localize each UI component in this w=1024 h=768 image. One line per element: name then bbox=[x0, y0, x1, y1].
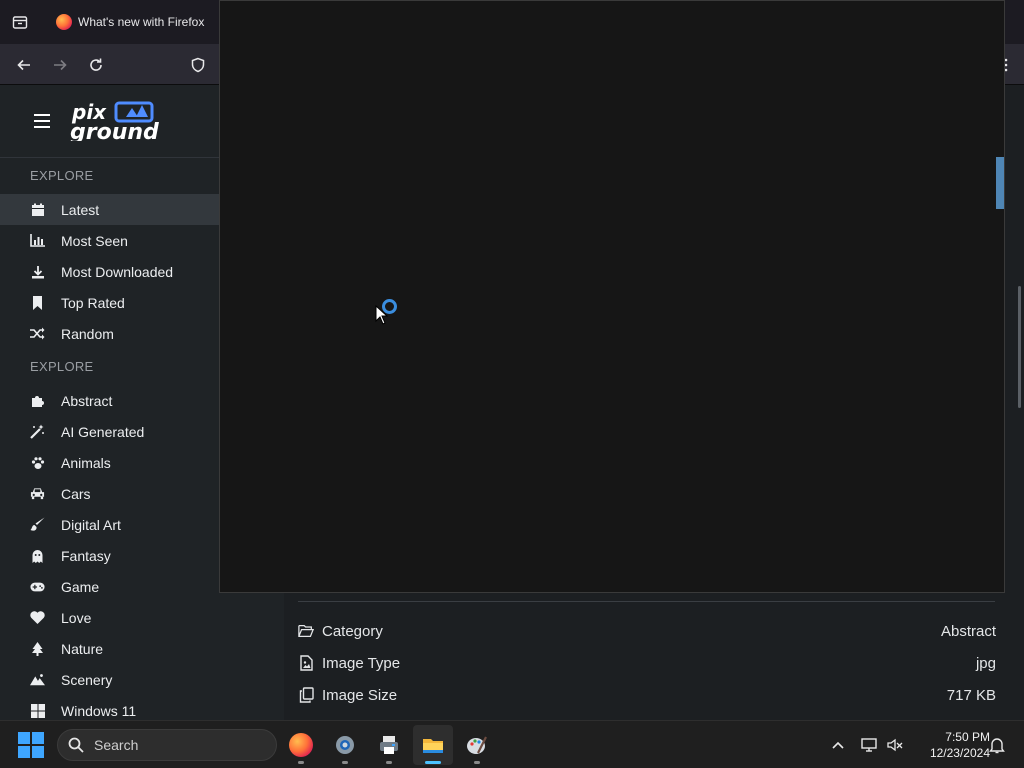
window-scrollbar[interactable] bbox=[996, 157, 1004, 209]
sidebar-item-nature[interactable]: Nature bbox=[0, 633, 284, 664]
firefox-icon bbox=[56, 14, 72, 30]
search-icon bbox=[68, 737, 84, 753]
taskbar-firefox[interactable] bbox=[281, 725, 321, 765]
taskbar-search-input[interactable]: Search bbox=[57, 729, 277, 761]
detail-label: Image Size bbox=[322, 686, 398, 704]
page-scrollbar[interactable] bbox=[1018, 286, 1021, 408]
sidebar-item-label: Game bbox=[61, 578, 100, 595]
detail-label: Image Type bbox=[322, 654, 401, 672]
notification-bell-icon[interactable] bbox=[987, 735, 1007, 755]
calendar-icon bbox=[30, 202, 45, 217]
gear-icon bbox=[336, 736, 354, 754]
sidebar-item-label: Scenery bbox=[61, 671, 113, 688]
folder-open-icon bbox=[298, 623, 314, 639]
reload-icon[interactable] bbox=[83, 52, 109, 78]
system-clock[interactable]: 7:50 PM 12/23/2024 bbox=[910, 729, 990, 761]
heart-icon bbox=[30, 610, 45, 625]
sidebar-item-label: Latest bbox=[61, 201, 100, 218]
windows-start-icon[interactable] bbox=[18, 732, 44, 758]
sidebar-item-label: AI Generated bbox=[61, 423, 145, 440]
taskbar-paint[interactable] bbox=[457, 725, 497, 765]
detail-row-image-size: Image Size 717 KB bbox=[298, 681, 996, 709]
paw-icon bbox=[30, 455, 45, 470]
svg-text:ground: ground bbox=[70, 120, 159, 141]
forward-icon[interactable] bbox=[47, 52, 73, 78]
sidebar-item-label: Top Rated bbox=[61, 294, 125, 311]
detail-label: Category bbox=[322, 622, 383, 640]
sidebar-item-label: Love bbox=[61, 609, 92, 626]
tracking-protection-icon[interactable] bbox=[185, 52, 211, 78]
loading-window[interactable] bbox=[219, 0, 1005, 593]
search-placeholder: Search bbox=[94, 737, 139, 753]
detail-value: jpg bbox=[975, 654, 996, 672]
sidebar-item-label: Fantasy bbox=[61, 547, 111, 564]
firefox-icon bbox=[289, 733, 313, 757]
clock-time: 7:50 PM bbox=[945, 730, 990, 744]
sidebar-item-scenery[interactable]: Scenery bbox=[0, 664, 284, 695]
volume-muted-icon[interactable] bbox=[885, 735, 905, 755]
bar-chart-icon bbox=[30, 233, 45, 248]
brush-icon bbox=[30, 517, 45, 532]
puzzle-icon bbox=[30, 393, 45, 408]
copy-icon bbox=[298, 687, 314, 703]
sidebar-item-label: Most Downloaded bbox=[61, 263, 174, 280]
bookmark-icon bbox=[30, 295, 45, 310]
taskbar-settings[interactable] bbox=[325, 725, 365, 765]
ghost-icon bbox=[30, 548, 45, 563]
detail-row-category: Category Abstract bbox=[298, 617, 996, 645]
car-icon bbox=[30, 486, 45, 501]
sidebar-item-label: Random bbox=[61, 325, 114, 342]
pixground-logo[interactable]: pix ground bbox=[70, 99, 170, 141]
sidebar-item-label: Most Seen bbox=[61, 232, 128, 249]
paint-palette-icon bbox=[467, 736, 487, 754]
detail-value: Abstract bbox=[940, 622, 996, 640]
folder-icon bbox=[423, 739, 443, 753]
sidebar-item-label: Digital Art bbox=[61, 516, 121, 533]
details-divider bbox=[298, 601, 995, 602]
network-icon[interactable] bbox=[860, 735, 880, 755]
sidebar-item-label: Cars bbox=[61, 485, 91, 502]
detail-value: 717 KB bbox=[946, 686, 996, 704]
chevron-up-icon[interactable] bbox=[828, 735, 848, 755]
sidebar-item-label: Windows 11 bbox=[61, 702, 137, 719]
tab-list-icon[interactable] bbox=[0, 0, 40, 44]
magic-wand-icon bbox=[30, 424, 45, 439]
taskbar-printer[interactable] bbox=[369, 725, 409, 765]
detail-row-image-type: Image Type jpg bbox=[298, 649, 996, 677]
tab-whats-new[interactable]: What's new with Firefox bbox=[46, 4, 221, 40]
sidebar-item-label: Nature bbox=[61, 640, 104, 657]
sidebar-item-love[interactable]: Love bbox=[0, 602, 284, 633]
sidebar-item-label: Animals bbox=[61, 454, 111, 471]
download-icon bbox=[30, 264, 45, 279]
sidebar-item-label: Abstract bbox=[61, 392, 113, 409]
gamepad-icon bbox=[30, 579, 45, 594]
clock-date: 12/23/2024 bbox=[929, 746, 990, 760]
shuffle-icon bbox=[30, 326, 45, 341]
tree-icon bbox=[30, 641, 45, 656]
sidebar-item-windows-11[interactable]: Windows 11 bbox=[0, 695, 284, 720]
windows-taskbar: Search 7:50 PM 12/23/2024 bbox=[0, 720, 1024, 768]
windows-icon bbox=[30, 703, 45, 718]
printer-icon bbox=[380, 736, 398, 754]
menu-icon[interactable] bbox=[34, 114, 50, 128]
image-file-icon bbox=[298, 655, 314, 671]
taskbar-file-explorer[interactable] bbox=[413, 725, 453, 765]
back-icon[interactable] bbox=[11, 52, 37, 78]
tab-title: What's new with Firefox bbox=[78, 15, 205, 29]
mountain-icon bbox=[30, 672, 45, 687]
mouse-cursor-icon bbox=[375, 305, 389, 325]
